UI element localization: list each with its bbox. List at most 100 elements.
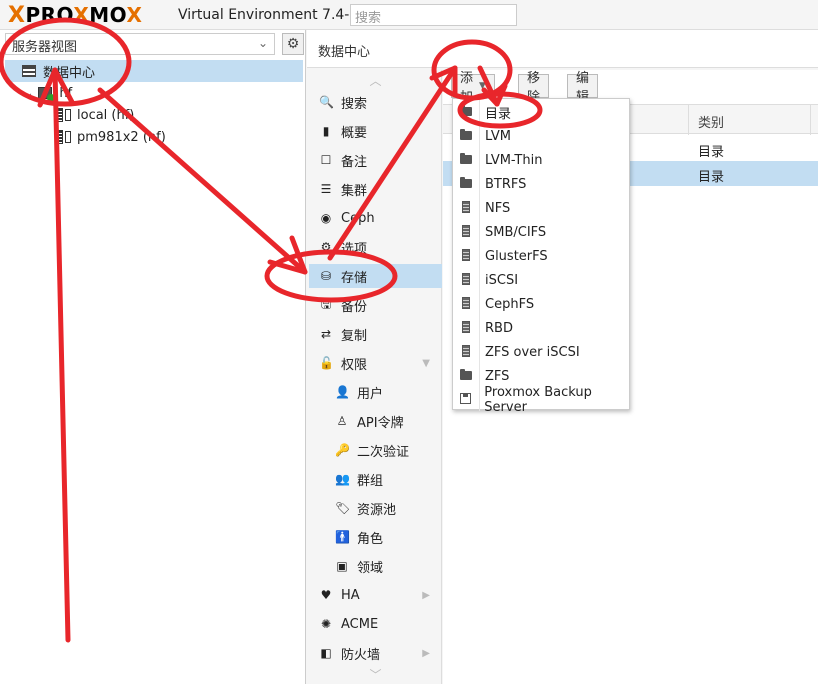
tree-item-node[interactable]: ⌄ hf	[5, 82, 303, 104]
menu-item-nfs[interactable]: NFS	[453, 196, 631, 220]
folder-icon	[459, 128, 473, 143]
storage-icon	[55, 108, 63, 122]
ceph-icon: ◉	[320, 211, 332, 225]
user-icon: 👤	[335, 385, 350, 399]
nav-item-pools[interactable]: 🏷 资源池	[309, 496, 442, 520]
nav-item-notes[interactable]: ☐ 备注	[309, 148, 442, 172]
nav-item-two-factor[interactable]: 🔑 二次验证	[309, 438, 442, 462]
menu-item-lvm-thin[interactable]: LVM-Thin	[453, 148, 631, 172]
folder-icon	[459, 104, 473, 119]
nav-item-ceph[interactable]: ◉ Ceph	[309, 206, 442, 230]
nav-item-ha[interactable]: ♥ HA ▶	[309, 583, 442, 607]
storage-icon	[55, 130, 63, 144]
nav-item-permissions[interactable]: 🔓 权限 ▼	[309, 351, 442, 375]
column-divider	[810, 105, 811, 135]
tree-item-storage[interactable]: local (hf)	[5, 104, 303, 126]
menu-item-iscsi[interactable]: iSCSI	[453, 268, 631, 292]
view-select-value: 服务器视图	[12, 40, 78, 55]
server-icon	[459, 200, 473, 216]
version-label: Virtual Environment 7.4-17	[178, 7, 368, 23]
menu-item-cephfs[interactable]: CephFS	[453, 292, 631, 316]
logo-x-mark: X	[8, 2, 26, 28]
nav-item-storage[interactable]: ⛁ 存储	[309, 264, 442, 288]
chevron-down-icon: ⌄	[257, 36, 268, 50]
nav-item-users[interactable]: 👤 用户	[309, 380, 442, 404]
resource-tree: 数据中心 ⌄ hf local (hf) pm981x2 (hf)	[5, 60, 303, 148]
nav-item-replication[interactable]: ⇄ 复制	[309, 322, 442, 346]
view-select[interactable]: 服务器视图 ⌄	[5, 33, 275, 55]
storage-box-icon	[65, 131, 71, 143]
nav-item-search[interactable]: 🔍 搜索	[309, 90, 442, 114]
male-icon: 🚹	[335, 530, 350, 544]
server-icon	[459, 272, 473, 288]
tree-item-datacenter[interactable]: 数据中心	[5, 60, 303, 82]
heartbeat-icon: ♥	[320, 588, 332, 602]
retweet-icon: ⇄	[320, 327, 332, 341]
cell-type: 目录	[698, 145, 725, 160]
server-icon	[459, 296, 473, 312]
menu-item-proxmox-backup-server[interactable]: Proxmox Backup Server	[453, 385, 631, 415]
page-title: 数据中心	[318, 45, 371, 60]
server-icon	[459, 248, 473, 264]
server-icon	[459, 344, 473, 360]
user-outline-icon: ♙	[336, 414, 348, 428]
menu-item-glusterfs[interactable]: GlusterFS	[453, 244, 631, 268]
nav-item-options[interactable]: ⚙ 选项	[309, 235, 442, 259]
tree-item-storage[interactable]: pm981x2 (hf)	[5, 126, 303, 148]
edit-button[interactable]: 编辑	[567, 71, 599, 105]
folder-icon	[459, 176, 473, 191]
add-storage-menu: 目录 LVM LVM-Thin BTRFS NFS SMB/CIFS Glust…	[452, 98, 631, 415]
tree-item-label: 数据中心	[43, 65, 96, 81]
folder-icon	[459, 152, 473, 167]
nav-item-groups[interactable]: 👥 群组	[309, 467, 442, 491]
menu-item-btrfs[interactable]: BTRFS	[453, 172, 631, 196]
nav-item-acme[interactable]: ✺ ACME	[309, 612, 442, 636]
server-icon: ☰	[320, 182, 332, 196]
note-icon: ☐	[320, 153, 332, 167]
chevron-right-icon: ▶	[422, 647, 430, 659]
nav-item-summary[interactable]: ▮ 概要	[309, 119, 442, 143]
menu-item-rbd[interactable]: RBD	[453, 316, 631, 340]
menu-item-lvm[interactable]: LVM	[453, 124, 631, 148]
tree-item-label: local (hf)	[77, 107, 135, 123]
remove-button[interactable]: 移除	[518, 71, 550, 105]
nav-item-roles[interactable]: 🚹 角色	[309, 525, 442, 549]
database-icon: ⛁	[320, 269, 332, 283]
scroll-down-icon[interactable]: ﹀	[309, 666, 442, 682]
unlock-icon: 🔓	[319, 356, 334, 370]
tree-item-label: pm981x2 (hf)	[77, 129, 166, 145]
server-icon	[459, 320, 473, 336]
server-icon	[459, 224, 473, 240]
content-header: 数据中心	[307, 30, 818, 68]
certificate-icon: ✺	[320, 617, 332, 631]
column-header-type[interactable]: 类别	[698, 112, 724, 131]
node-icon	[37, 86, 56, 102]
top-bar: XPROXMOX Virtual Environment 7.4-17 搜索	[0, 0, 818, 30]
chevron-down-icon: ▼	[479, 81, 486, 91]
add-button[interactable]: 添加▼	[451, 71, 495, 105]
floppy-icon: 🖫	[320, 296, 332, 311]
menu-item-smb-cifs[interactable]: SMB/CIFS	[453, 220, 631, 244]
book-icon: ▮	[322, 124, 330, 138]
nav-item-backup[interactable]: 🖫 备份	[309, 293, 442, 317]
tree-item-label: hf	[59, 85, 73, 101]
global-search-input[interactable]: 搜索	[350, 4, 517, 26]
search-icon: 🔍	[319, 95, 334, 109]
menu-item-zfs-over-iscsi[interactable]: ZFS over iSCSI	[453, 340, 631, 364]
folder-icon	[459, 368, 473, 383]
nav-item-api-tokens[interactable]: ♙ API令牌	[309, 409, 442, 433]
menu-item-directory[interactable]: 目录	[453, 100, 631, 124]
cell-type: 目录	[698, 170, 725, 185]
address-book-icon: ▣	[336, 559, 348, 573]
gear-icon[interactable]: ⚙	[282, 33, 304, 55]
nav-item-firewall[interactable]: ◧ 防火墙 ▶	[309, 641, 442, 665]
floppy-icon	[459, 393, 472, 407]
nav-item-cluster[interactable]: ☰ 集群	[309, 177, 442, 201]
tags-icon: 🏷	[335, 501, 351, 515]
proxmox-logo[interactable]: XPROXMOX	[8, 2, 142, 28]
scroll-up-icon[interactable]: ︿	[309, 72, 442, 88]
datacenter-icon	[21, 64, 37, 78]
chevron-down-icon[interactable]: ⌄	[25, 88, 33, 99]
chevron-down-icon: ▼	[422, 357, 430, 369]
nav-item-realms[interactable]: ▣ 领域	[309, 554, 442, 578]
